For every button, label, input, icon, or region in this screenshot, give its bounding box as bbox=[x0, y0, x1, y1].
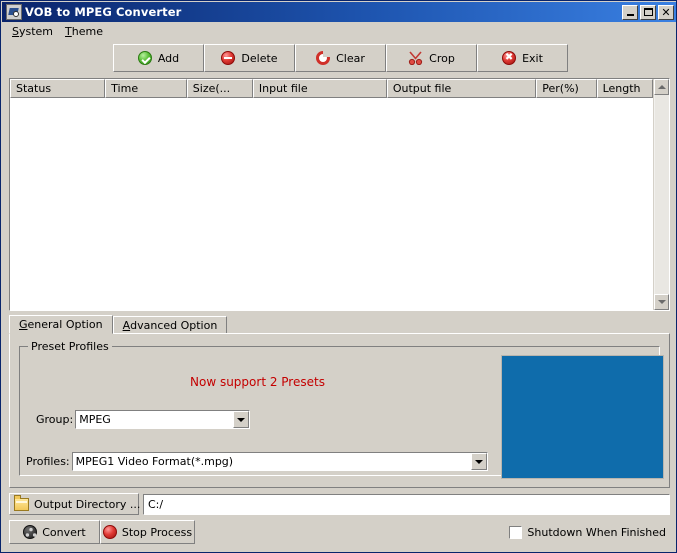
output-directory-row: Output Directory ... C:/ bbox=[9, 493, 670, 515]
delete-circle-icon bbox=[221, 51, 236, 65]
file-list-column-header[interactable]: Size(... bbox=[186, 79, 253, 98]
status-strip bbox=[2, 548, 676, 551]
clear-circle-icon bbox=[316, 51, 331, 65]
file-list: Status Time Size(... Input file Output file P… bbox=[9, 78, 670, 311]
group-field-row: Group: MPEG bbox=[36, 410, 251, 429]
toolbar: Add Delete Clear Crop ✖ Exit bbox=[9, 44, 670, 72]
tab-general-option-label: eneral Option bbox=[27, 318, 103, 331]
file-list-inner: Status Time Size(... Input file Output file P… bbox=[10, 79, 669, 310]
minimize-icon bbox=[626, 13, 634, 16]
add-circle-icon bbox=[137, 51, 152, 65]
stop-process-button-label: Stop Process bbox=[121, 525, 193, 539]
maximize-button[interactable] bbox=[640, 4, 656, 20]
clear-button[interactable]: Clear bbox=[295, 44, 386, 72]
chevron-down-icon-profiles[interactable] bbox=[470, 453, 487, 470]
file-list-column-header[interactable]: Time bbox=[105, 79, 187, 98]
application-window: VOB to MPEG Converter ✕ System Theme Add… bbox=[0, 0, 677, 553]
profiles-select-value: MPEG1 Video Format(*.mpg) bbox=[75, 455, 234, 468]
minimize-button[interactable] bbox=[622, 4, 638, 20]
menu-bar: System Theme bbox=[2, 22, 676, 41]
profiles-select[interactable]: MPEG1 Video Format(*.mpg) bbox=[71, 452, 488, 471]
convert-button-label: Convert bbox=[42, 525, 86, 539]
scroll-up-arrow-icon bbox=[657, 85, 666, 89]
title-bar: VOB to MPEG Converter ✕ bbox=[2, 2, 676, 22]
group-label: Group: bbox=[36, 413, 74, 426]
window-title: VOB to MPEG Converter bbox=[25, 5, 182, 19]
film-reel-icon bbox=[23, 525, 38, 539]
file-list-column-header[interactable]: Input file bbox=[252, 79, 387, 98]
folder-icon bbox=[14, 494, 29, 511]
scissors-icon bbox=[408, 51, 423, 66]
file-list-body[interactable] bbox=[10, 98, 653, 310]
exit-button[interactable]: ✖ Exit bbox=[477, 44, 568, 72]
file-list-column-header[interactable]: Output file bbox=[386, 79, 537, 98]
file-list-column-header[interactable]: Length bbox=[596, 79, 653, 98]
output-directory-button[interactable]: Output Directory ... bbox=[9, 493, 141, 515]
menu-item-theme-label: heme bbox=[71, 25, 103, 38]
tab-advanced-option[interactable]: Advanced Option bbox=[112, 316, 228, 334]
exit-button-label: Exit bbox=[522, 51, 543, 65]
scroll-down-button[interactable] bbox=[654, 294, 669, 310]
chevron-down-icon[interactable] bbox=[233, 411, 250, 428]
crop-button-label: Crop bbox=[429, 51, 455, 65]
tab-general-option[interactable]: General Option bbox=[9, 315, 113, 334]
file-list-scrollbar[interactable] bbox=[653, 79, 669, 310]
menu-item-system-label: ystem bbox=[18, 25, 54, 38]
menu-item-system[interactable]: System bbox=[8, 23, 61, 40]
file-list-header: Status Time Size(... Input file Output file P… bbox=[10, 79, 653, 98]
close-button[interactable]: ✕ bbox=[658, 4, 674, 20]
scroll-up-button[interactable] bbox=[654, 79, 669, 95]
scroll-down-arrow-icon bbox=[657, 300, 666, 304]
window-controls: ✕ bbox=[622, 4, 674, 20]
stop-circle-icon bbox=[102, 525, 117, 539]
scrollbar-track[interactable] bbox=[654, 95, 669, 294]
close-icon: ✕ bbox=[661, 5, 671, 19]
app-icon bbox=[6, 4, 22, 20]
preset-profiles-groupbox: Preset Profiles Now support 2 Presets Gr… bbox=[19, 340, 664, 479]
shutdown-checkbox-label: Shutdown When Finished bbox=[527, 525, 666, 539]
exit-circle-icon: ✖ bbox=[502, 51, 517, 65]
file-list-column-header[interactable]: Per(%) bbox=[536, 79, 597, 98]
menu-item-theme[interactable]: Theme bbox=[61, 23, 111, 40]
general-option-panel: Preset Profiles Now support 2 Presets Gr… bbox=[9, 333, 670, 488]
tab-advanced-option-label: dvanced Option bbox=[130, 318, 218, 332]
maximize-icon bbox=[643, 8, 653, 16]
action-row: Convert Stop Process Shutdown When Finis… bbox=[9, 520, 670, 544]
clear-button-label: Clear bbox=[336, 51, 365, 65]
profiles-field-row: Profiles: MPEG1 Video Format(*.mpg) bbox=[26, 452, 488, 471]
output-directory-button-label: Output Directory ... bbox=[34, 497, 141, 511]
preset-note: Now support 2 Presets bbox=[190, 375, 325, 389]
add-button-label: Add bbox=[157, 51, 180, 65]
file-list-main: Status Time Size(... Input file Output file P… bbox=[10, 79, 653, 310]
add-button[interactable]: Add bbox=[113, 44, 204, 72]
shutdown-when-finished-row[interactable]: Shutdown When Finished bbox=[509, 525, 666, 539]
group-select[interactable]: MPEG bbox=[75, 410, 251, 429]
crop-button[interactable]: Crop bbox=[386, 44, 477, 72]
profiles-label: Profiles: bbox=[26, 455, 70, 468]
preset-profiles-title: Preset Profiles bbox=[28, 340, 112, 353]
stop-process-button[interactable]: Stop Process bbox=[100, 520, 195, 544]
preset-preview-thumbnail bbox=[501, 355, 664, 479]
delete-button-label: Delete bbox=[241, 51, 278, 65]
shutdown-checkbox[interactable] bbox=[509, 525, 523, 539]
file-list-column-header[interactable]: Status bbox=[10, 79, 106, 98]
delete-button[interactable]: Delete bbox=[204, 44, 295, 72]
output-path-input[interactable]: C:/ bbox=[143, 493, 670, 515]
convert-button[interactable]: Convert bbox=[9, 520, 100, 544]
tab-strip: General Option Advanced Option bbox=[9, 315, 670, 334]
group-select-value: MPEG bbox=[79, 413, 111, 426]
